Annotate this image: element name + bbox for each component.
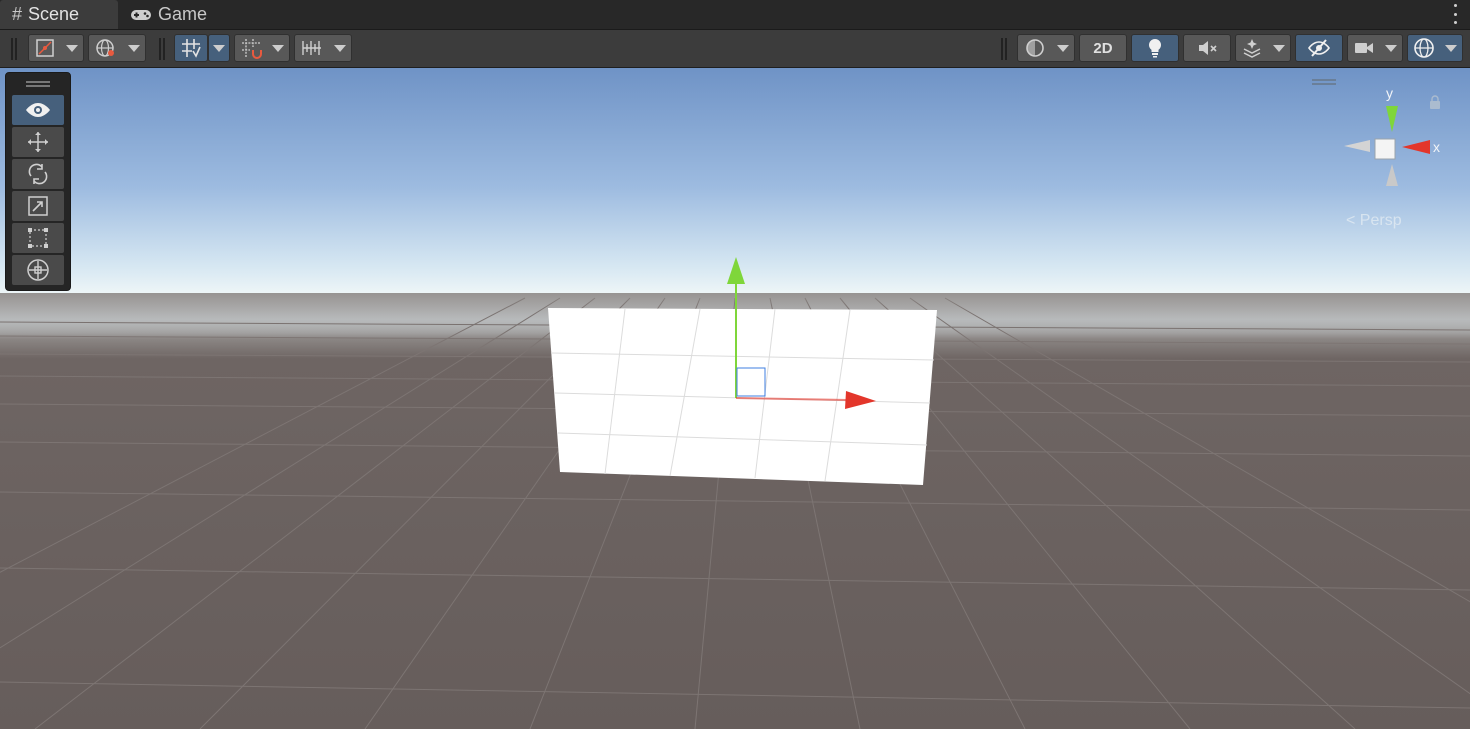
scale-icon bbox=[28, 196, 48, 216]
orientation-gizmo[interactable]: y x bbox=[1340, 82, 1444, 194]
increment-snap-dropdown[interactable] bbox=[294, 34, 352, 62]
effects-icon bbox=[1243, 39, 1261, 58]
chevron-down-icon bbox=[333, 44, 346, 52]
move-arrows-icon bbox=[28, 132, 48, 152]
grid-visibility-toggle[interactable] bbox=[174, 34, 208, 62]
render-mode-dropdown[interactable] bbox=[1017, 34, 1075, 62]
draw-mode-dropdown[interactable] bbox=[28, 34, 84, 62]
tab-bar: # Scene Game bbox=[0, 0, 1470, 30]
gamepad-icon bbox=[131, 9, 151, 20]
y-arrow-head[interactable] bbox=[727, 257, 745, 284]
mute-speaker-icon bbox=[1199, 41, 1217, 55]
neg-x-cone[interactable] bbox=[1344, 140, 1370, 152]
view-tool[interactable] bbox=[12, 95, 64, 125]
rotate-tool[interactable] bbox=[12, 159, 64, 189]
scene-viewport[interactable] bbox=[0, 68, 1470, 729]
chevron-down-icon bbox=[213, 44, 225, 52]
scene-toolbar: 2D bbox=[0, 30, 1470, 68]
chevron-down-icon bbox=[66, 44, 78, 52]
center-cube[interactable] bbox=[1374, 138, 1396, 160]
2d-toggle-label: 2D bbox=[1093, 39, 1113, 57]
eye-slash-icon bbox=[1308, 39, 1330, 57]
transform-tool[interactable] bbox=[12, 255, 64, 285]
tab-scene[interactable]: # Scene bbox=[0, 0, 118, 29]
toolbar-grip[interactable] bbox=[159, 38, 165, 60]
gizmos-dropdown[interactable] bbox=[1407, 34, 1463, 62]
y-cone[interactable] bbox=[1386, 106, 1398, 132]
sphere-icon bbox=[1025, 39, 1044, 57]
grid-snap-icon bbox=[242, 39, 262, 59]
chevron-down-icon bbox=[127, 44, 140, 52]
global-local-dropdown[interactable] bbox=[88, 34, 146, 62]
rect-tool-icon bbox=[28, 228, 48, 248]
effects-dropdown[interactable] bbox=[1235, 34, 1291, 62]
camera-icon bbox=[1355, 43, 1373, 53]
scale-tool[interactable] bbox=[12, 191, 64, 221]
y-axis-label: y bbox=[1386, 85, 1393, 101]
2d-toggle[interactable]: 2D bbox=[1079, 34, 1127, 62]
scene-render bbox=[0, 257, 1470, 729]
tab-scene-label: Scene bbox=[28, 4, 80, 24]
grid-snapping-dropdown[interactable] bbox=[234, 34, 290, 62]
x-cone[interactable] bbox=[1402, 140, 1430, 154]
projection-label: Persp bbox=[1359, 212, 1402, 229]
projection-toggle[interactable]: < Persp bbox=[1346, 212, 1402, 230]
toolbar-grip[interactable] bbox=[11, 38, 17, 60]
lighting-toggle[interactable] bbox=[1131, 34, 1179, 62]
rotate-icon bbox=[28, 163, 48, 185]
chevron-left-icon: < bbox=[1346, 212, 1356, 229]
gizmo-grip[interactable] bbox=[1312, 79, 1336, 85]
hash-icon: # bbox=[12, 4, 23, 24]
shaded-mode-icon bbox=[36, 39, 54, 57]
chevron-down-icon bbox=[1445, 44, 1457, 52]
transform-icon bbox=[27, 259, 49, 281]
audio-toggle[interactable] bbox=[1183, 34, 1231, 62]
globe-icon bbox=[95, 39, 114, 57]
rect-tool[interactable] bbox=[12, 223, 64, 253]
grid-icon bbox=[182, 39, 201, 58]
camera-dropdown[interactable] bbox=[1347, 34, 1403, 62]
chevron-down-icon bbox=[1273, 44, 1285, 52]
neg-y-cone[interactable] bbox=[1386, 164, 1398, 186]
toolbar-grip[interactable] bbox=[1001, 38, 1007, 60]
kebab-menu-icon[interactable] bbox=[1452, 4, 1458, 24]
ruler-icon bbox=[301, 41, 321, 55]
lightbulb-icon bbox=[1148, 38, 1162, 58]
gizmo-icon bbox=[1414, 38, 1434, 58]
x-axis-label: x bbox=[1433, 139, 1440, 155]
tab-game-label: Game bbox=[158, 4, 208, 24]
grid-visibility-dropdown[interactable] bbox=[208, 34, 230, 62]
tools-overlay bbox=[5, 72, 71, 291]
eye-icon bbox=[26, 103, 50, 117]
scene-visibility-toggle[interactable] bbox=[1295, 34, 1343, 62]
panel-grip[interactable] bbox=[26, 81, 50, 87]
chevron-down-icon bbox=[272, 44, 284, 52]
chevron-down-icon bbox=[1056, 44, 1069, 52]
chevron-down-icon bbox=[1385, 44, 1397, 52]
move-tool[interactable] bbox=[12, 127, 64, 157]
tab-game[interactable]: Game bbox=[118, 0, 228, 29]
